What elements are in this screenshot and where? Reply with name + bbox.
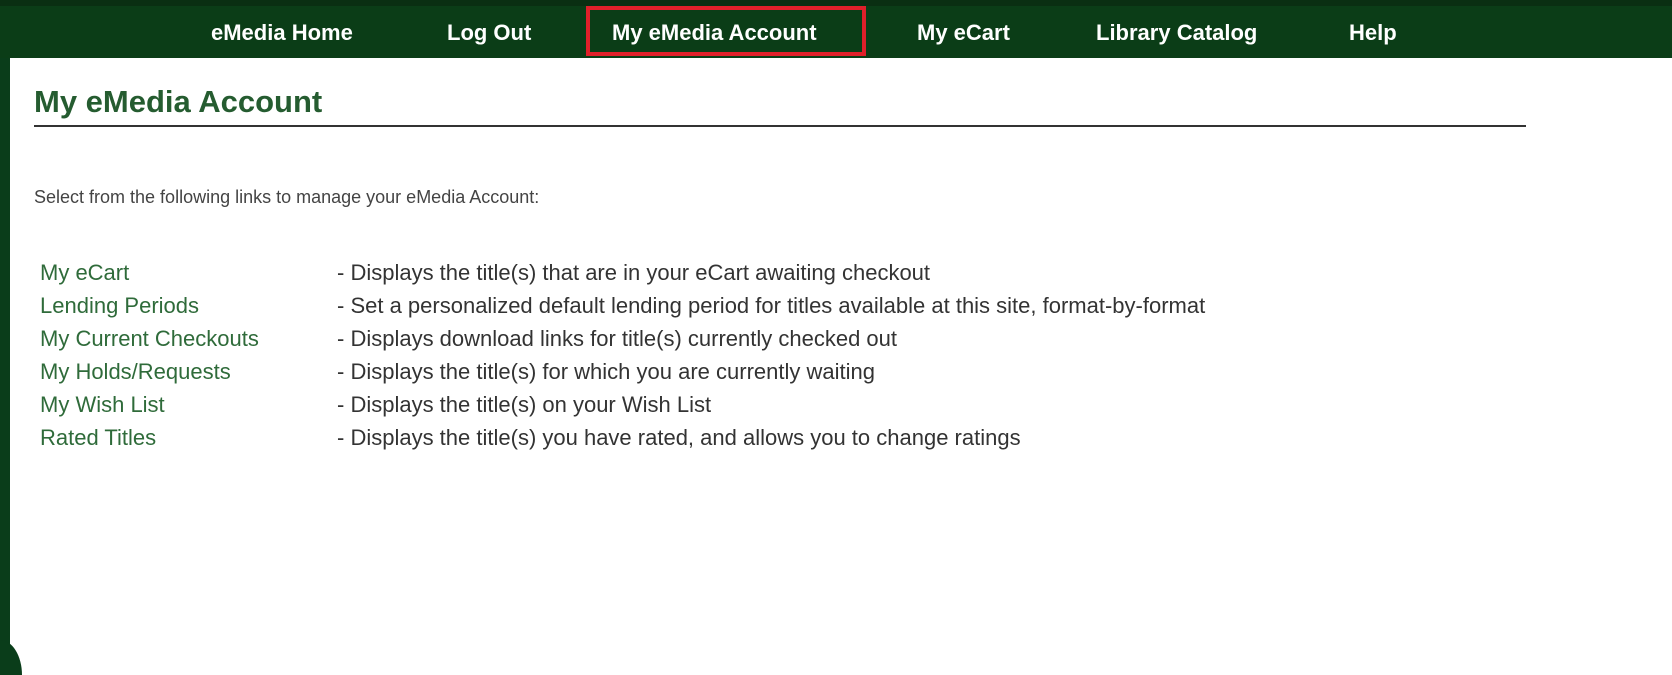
nav-library-catalog[interactable]: Library Catalog (1096, 18, 1257, 48)
link-my-current-checkouts[interactable]: My Current Checkouts (40, 322, 259, 355)
list-item: My eCart - Displays the title(s) that ar… (40, 256, 1640, 289)
page-frame: eMedia Home Log Out My eMedia Account My… (0, 0, 1672, 675)
link-my-ecart[interactable]: My eCart (40, 256, 129, 289)
intro-text: Select from the following links to manag… (34, 187, 540, 207)
link-my-wish-list[interactable]: My Wish List (40, 388, 165, 421)
link-description: - Set a personalized default lending per… (337, 293, 1206, 318)
link-description: - Displays the title(s) you have rated, … (337, 425, 1021, 450)
left-border-inner (10, 56, 14, 675)
link-my-holds-requests[interactable]: My Holds/Requests (40, 355, 231, 388)
list-item: My Holds/Requests - Displays the title(s… (40, 355, 1640, 388)
nav-log-out[interactable]: Log Out (447, 18, 531, 48)
nav-my-ecart[interactable]: My eCart (917, 18, 1010, 48)
link-lending-periods[interactable]: Lending Periods (40, 289, 199, 322)
nav-my-emedia-account[interactable]: My eMedia Account (612, 18, 817, 48)
link-description: - Displays the title(s) for which you ar… (337, 359, 875, 384)
top-navbar: eMedia Home Log Out My eMedia Account My… (0, 0, 1672, 58)
link-description: - Displays the title(s) that are in your… (337, 260, 931, 285)
list-item: My Wish List - Displays the title(s) on … (40, 388, 1640, 421)
page-title: My eMedia Account (34, 84, 323, 119)
nav-emedia-home[interactable]: eMedia Home (211, 18, 353, 48)
left-border (0, 0, 14, 675)
account-links-list: My eCart - Displays the title(s) that ar… (40, 256, 1640, 454)
link-description: - Displays download links for title(s) c… (337, 326, 898, 351)
link-rated-titles[interactable]: Rated Titles (40, 421, 156, 454)
list-item: Rated Titles - Displays the title(s) you… (40, 421, 1640, 454)
nav-help[interactable]: Help (1349, 18, 1397, 48)
list-item: My Current Checkouts - Displays download… (40, 322, 1640, 355)
link-description: - Displays the title(s) on your Wish Lis… (337, 392, 712, 417)
corner-decoration (0, 640, 22, 675)
title-divider (34, 125, 1526, 127)
list-item: Lending Periods - Set a personalized def… (40, 289, 1640, 322)
